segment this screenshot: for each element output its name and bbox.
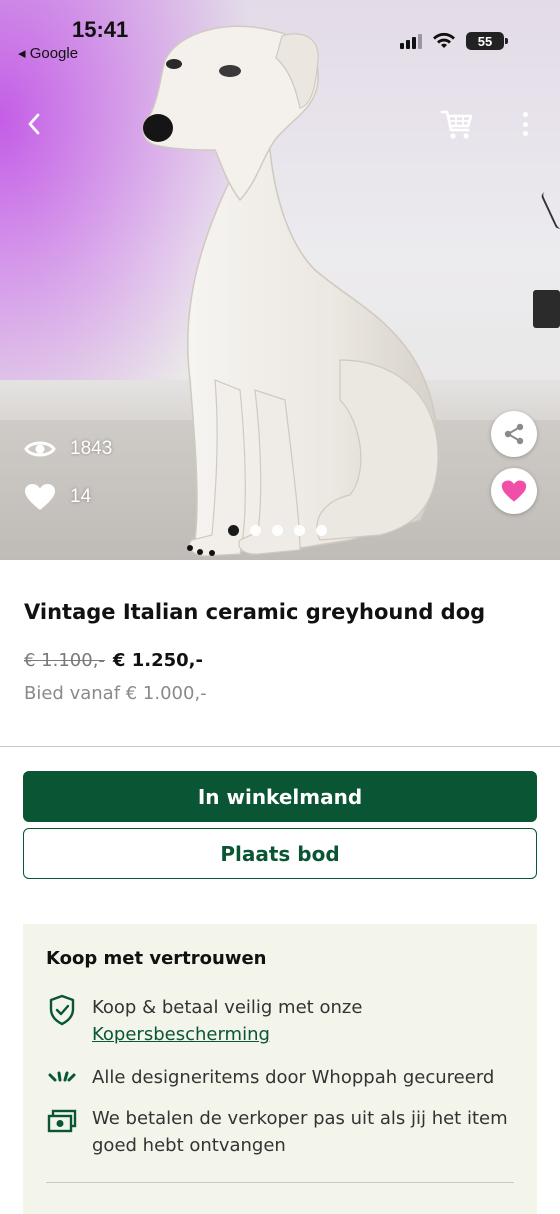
trust-item-curated-text: Alle designeritems door Whoppah gecureer… (92, 1067, 495, 1088)
share-icon (504, 423, 524, 445)
original-price: € 1.100,- (24, 650, 105, 671)
greyhound-figurine (142, 25, 439, 557)
wifi-icon (433, 32, 455, 48)
price-row: € 1.100,- € 1.250,- (24, 650, 203, 671)
more-vertical-icon (522, 112, 528, 117)
back-button[interactable] (20, 108, 48, 140)
current-price: € 1.250,- (112, 650, 203, 671)
like-count-value: 14 (70, 486, 92, 507)
product-title: Vintage Italian ceramic greyhound dog (24, 600, 486, 624)
back-to-app-link[interactable]: ◂ Google (18, 44, 78, 62)
share-button[interactable] (491, 411, 537, 457)
add-to-cart-button[interactable]: In winkelmand (23, 771, 537, 822)
signal-icon (400, 33, 422, 49)
image-carousel-indicator[interactable] (228, 525, 327, 536)
minimum-bid: Bied vanaf € 1.000,- (24, 683, 207, 704)
carousel-dot[interactable] (250, 525, 261, 536)
place-bid-button[interactable]: Plaats bod (23, 828, 537, 879)
status-time: 15:41 (72, 17, 129, 42)
trust-title: Koop met vertrouwen (46, 948, 267, 969)
battery-indicator: 55 (466, 32, 508, 50)
heart-icon (25, 484, 55, 510)
favorite-button[interactable] (491, 468, 537, 514)
divider (46, 1182, 514, 1183)
trust-item-payout-text: We betalen de verkoper pas uit als jij h… (92, 1108, 508, 1156)
buyer-protection-link[interactable]: Kopersbescherming (92, 1024, 270, 1045)
trust-item-curated: Alle designeritems door Whoppah gecureer… (46, 1064, 516, 1096)
shield-check-icon (49, 994, 75, 1026)
like-count: 14 (24, 483, 91, 511)
trust-item-protection: Koop & betaal veilig met onze Kopersbesc… (46, 994, 516, 1048)
divider (0, 746, 560, 747)
status-icons: 55 (400, 30, 508, 52)
eye-icon (24, 441, 56, 457)
chevron-left-icon (28, 113, 40, 135)
cart-icon (440, 110, 473, 139)
carousel-dot[interactable] (294, 525, 305, 536)
view-count-value: 1843 (70, 438, 113, 459)
more-options-button[interactable] (512, 108, 538, 140)
sparkle-icon (48, 1071, 76, 1082)
product-image[interactable]: 15:41 ◂ Google 55 1843 14 (0, 0, 560, 560)
buyer-trust-panel: Koop met vertrouwen Koop & betaal veilig… (23, 924, 537, 1214)
trust-item-payout: We betalen de verkoper pas uit als jij h… (46, 1105, 516, 1159)
cart-button[interactable] (440, 106, 474, 142)
carousel-dot[interactable] (228, 525, 239, 536)
view-count: 1843 (24, 438, 112, 460)
heart-icon (501, 480, 527, 502)
carousel-dot[interactable] (316, 525, 327, 536)
trust-item-protection-text: Koop & betaal veilig met onze (92, 997, 363, 1018)
carousel-dot[interactable] (272, 525, 283, 536)
money-icon (47, 1109, 77, 1133)
